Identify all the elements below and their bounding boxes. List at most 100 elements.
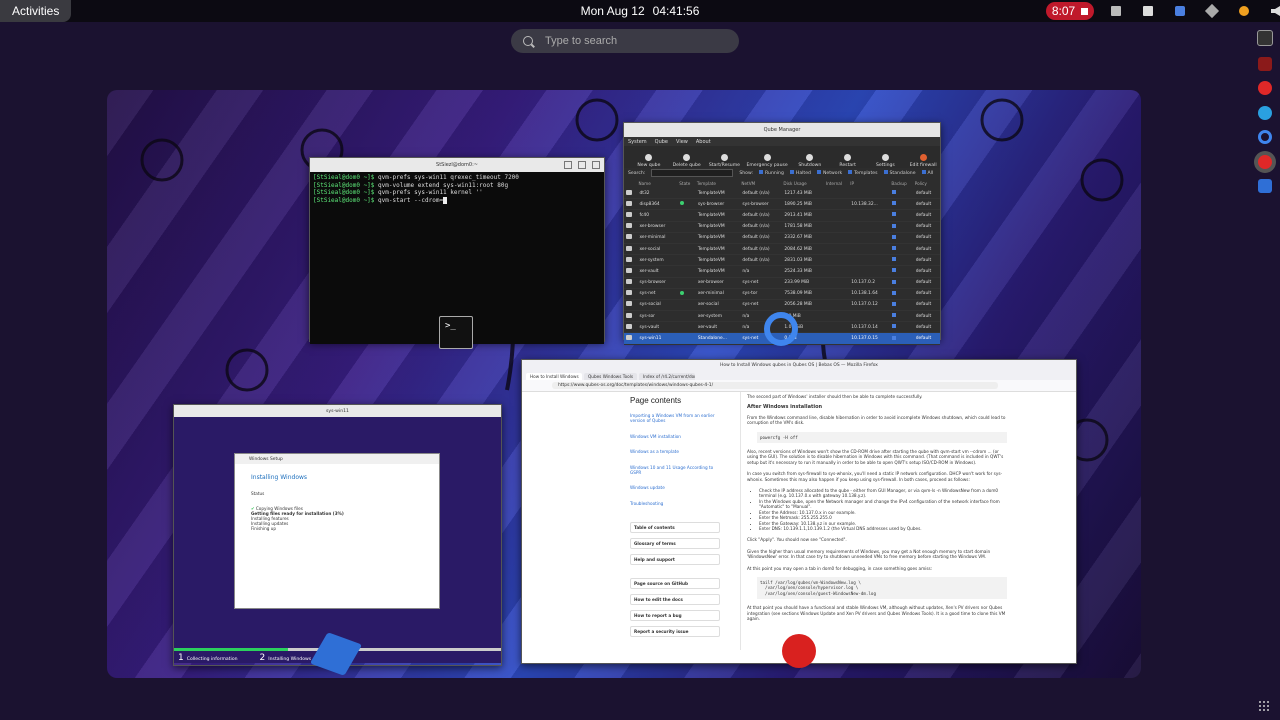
qube-manager-titlebar[interactable]: Qube Manager	[624, 123, 940, 137]
sun-icon[interactable]	[1239, 6, 1249, 16]
qube-row[interactable]: xer-system TemplateVM default (n/a) 2831.03…	[624, 254, 940, 267]
new-qube-button[interactable]: New qube	[632, 154, 666, 168]
tomato-dock-icon[interactable]	[1258, 81, 1272, 95]
tab-qubes-windows-tools[interactable]: Qubes Windows Tools	[584, 373, 638, 380]
stop-recording-icon[interactable]	[1081, 7, 1089, 15]
shutdown-button[interactable]: Shutdown	[793, 154, 827, 168]
menu-system[interactable]: System	[628, 139, 647, 145]
col-disk[interactable]: Disk Usage	[782, 178, 825, 188]
backup-checkbox[interactable]	[892, 301, 897, 306]
qube-manager-window[interactable]: Qube Manager System Qube View About New …	[623, 122, 941, 345]
backup-checkbox[interactable]	[892, 234, 897, 239]
recorder-app-icon[interactable]	[782, 634, 816, 668]
report-bug-button[interactable]: How to report a bug	[630, 610, 720, 622]
window-icon[interactable]	[1111, 6, 1121, 16]
network-icon[interactable]	[1204, 3, 1220, 19]
qube-row[interactable]: xer-vault TemplateVM n/a 2524.33 MiB default	[624, 265, 940, 278]
page-source-button[interactable]: Page source on GitHub	[630, 578, 720, 590]
edit-docs-button[interactable]: How to edit the docs	[630, 594, 720, 606]
backup-checkbox[interactable]	[892, 335, 897, 340]
backup-checkbox[interactable]	[892, 268, 897, 273]
filter-standalone[interactable]: Standalone	[883, 170, 916, 176]
toc-link[interactable]: Importing a Windows VM from an earlier v…	[630, 413, 720, 424]
backup-checkbox[interactable]	[892, 201, 897, 206]
tab-index[interactable]: Index of /r4.2/current/dom0/fc	[639, 373, 696, 380]
windows-setup-dialog[interactable]: Windows Setup Installing Windows Status …	[234, 453, 440, 609]
close-icon[interactable]	[592, 161, 600, 169]
filter-running[interactable]: Running	[759, 170, 784, 176]
backup-checkbox[interactable]	[892, 313, 897, 318]
web-page[interactable]: Page contents Importing a Windows VM fro…	[522, 392, 1076, 650]
delete-qube-button[interactable]: Delete qube	[670, 154, 704, 168]
col-template[interactable]: Template	[696, 178, 740, 188]
toc-link[interactable]: Windows update	[630, 485, 720, 490]
qubes-dock-icon[interactable]	[1258, 179, 1272, 193]
backup-checkbox[interactable]	[892, 257, 897, 262]
report-security-button[interactable]: Report a security issue	[630, 626, 720, 638]
qube-row[interactable]: sys-net xer-minimal sys-tor 7538.09 MiB 10.1…	[624, 288, 940, 300]
qube-row[interactable]: sys-browser xer-browser sys-net 233.99 MiB 1…	[624, 277, 940, 289]
windows-icon[interactable]	[1143, 6, 1153, 16]
terminal-app-icon[interactable]: >_	[439, 316, 473, 349]
window-dock-icon[interactable]	[1258, 56, 1272, 71]
qube-row[interactable]: fc40 TemplateVM default (n/a) 2913.41 MiB de…	[624, 209, 940, 222]
terminal-dock-icon[interactable]	[1257, 30, 1273, 46]
qube-row[interactable]: disp8364 sys-browser sys-browser 1890.25 Mi…	[624, 198, 940, 211]
backup-checkbox[interactable]	[892, 279, 897, 284]
address-bar[interactable]: https://www.qubes-os.org/doc/templates/w…	[552, 382, 998, 389]
toc-link[interactable]: Windows as a template	[630, 449, 720, 454]
qube-row[interactable]: xer-social TemplateVM default (n/a) 2084.62…	[624, 243, 940, 256]
sys-win11-window[interactable]: sys-win11 Windows Setup Installing Windo…	[173, 404, 502, 666]
toc-link[interactable]: Windows VM installation	[630, 434, 720, 439]
menu-view[interactable]: View	[676, 139, 688, 145]
filter-network[interactable]: Network	[816, 170, 842, 176]
qube-search-input[interactable]	[651, 169, 734, 177]
table-of-contents-button[interactable]: Table of contents	[630, 522, 720, 534]
terminal-titlebar[interactable]: StSiezl@dom0:~	[310, 158, 604, 172]
col-internal[interactable]: Internal	[825, 178, 849, 188]
qube-manager-app-icon[interactable]	[764, 312, 798, 346]
firefox-window[interactable]: How to Install Windows qubes in Qubes OS…	[521, 359, 1077, 664]
sys-win11-titlebar[interactable]: sys-win11	[174, 405, 501, 417]
qube-row[interactable]: xer-browser TemplateVM default (n/a) 1781.5…	[624, 221, 940, 233]
filter-all[interactable]: All	[921, 170, 933, 176]
backup-checkbox[interactable]	[892, 212, 897, 217]
glossary-button[interactable]: Glossary of terms	[630, 538, 720, 550]
start-resume-button[interactable]: Start/Resume	[708, 154, 742, 168]
restart-button[interactable]: Restart	[831, 154, 865, 168]
help-support-button[interactable]: Help and support	[630, 554, 720, 566]
backup-checkbox[interactable]	[892, 324, 897, 329]
backup-checkbox[interactable]	[892, 246, 897, 251]
settings-button[interactable]: Settings	[869, 154, 903, 168]
backup-checkbox[interactable]	[892, 223, 897, 228]
emergency-pause-button[interactable]: Emergency pause	[745, 154, 789, 168]
backup-checkbox[interactable]	[892, 190, 897, 195]
menu-qube[interactable]: Qube	[655, 139, 668, 145]
col-netvm[interactable]: NetVM	[740, 178, 782, 188]
col-ip[interactable]: IP	[849, 178, 890, 188]
qube-row[interactable]: sys-social xer-social sys-net 2056.28 MiB 10…	[624, 299, 940, 312]
telegram-dock-icon[interactable]	[1258, 105, 1272, 120]
filter-templates[interactable]: Templates	[848, 170, 878, 176]
qubes-shield-icon[interactable]	[1175, 6, 1185, 16]
qube-row[interactable]: xer-minimal TemplateVM default (n/a) 2332.6…	[624, 232, 940, 244]
maximize-icon[interactable]	[578, 161, 586, 169]
minimize-icon[interactable]	[564, 161, 572, 169]
col-backup[interactable]: Backup	[890, 178, 913, 188]
activities-button[interactable]: Activities	[0, 0, 72, 22]
col-state[interactable]: State	[678, 178, 696, 188]
firefox-titlebar[interactable]: How to Install Windows qubes in Qubes OS…	[522, 360, 1076, 370]
toc-link[interactable]: Troubleshooting	[630, 501, 720, 506]
volume-icon[interactable]	[1271, 6, 1280, 16]
windows-setup-screen[interactable]: Windows Setup Installing Windows Status …	[174, 417, 501, 663]
app-grid-icon[interactable]	[1258, 697, 1270, 711]
recorder-dock-icon[interactable]	[1258, 154, 1272, 169]
tab-windows-install[interactable]: How to Install Windows	[526, 373, 582, 380]
qube-row[interactable]: dt32 TemplateVM default (n/a) 1217.43 MiB de…	[624, 188, 940, 200]
menu-about[interactable]: About	[696, 139, 711, 145]
filter-halted[interactable]: Halted	[789, 170, 811, 176]
toc-link[interactable]: Windows 10 and 11 Usage According to GSP…	[630, 465, 720, 476]
screen-recording-indicator[interactable]: 8:07	[1046, 2, 1094, 20]
terminal-window[interactable]: StSiezl@dom0:~ [StSieal@dom0 ~]$ qvm-pre…	[309, 157, 605, 344]
search-input[interactable]	[543, 34, 727, 48]
